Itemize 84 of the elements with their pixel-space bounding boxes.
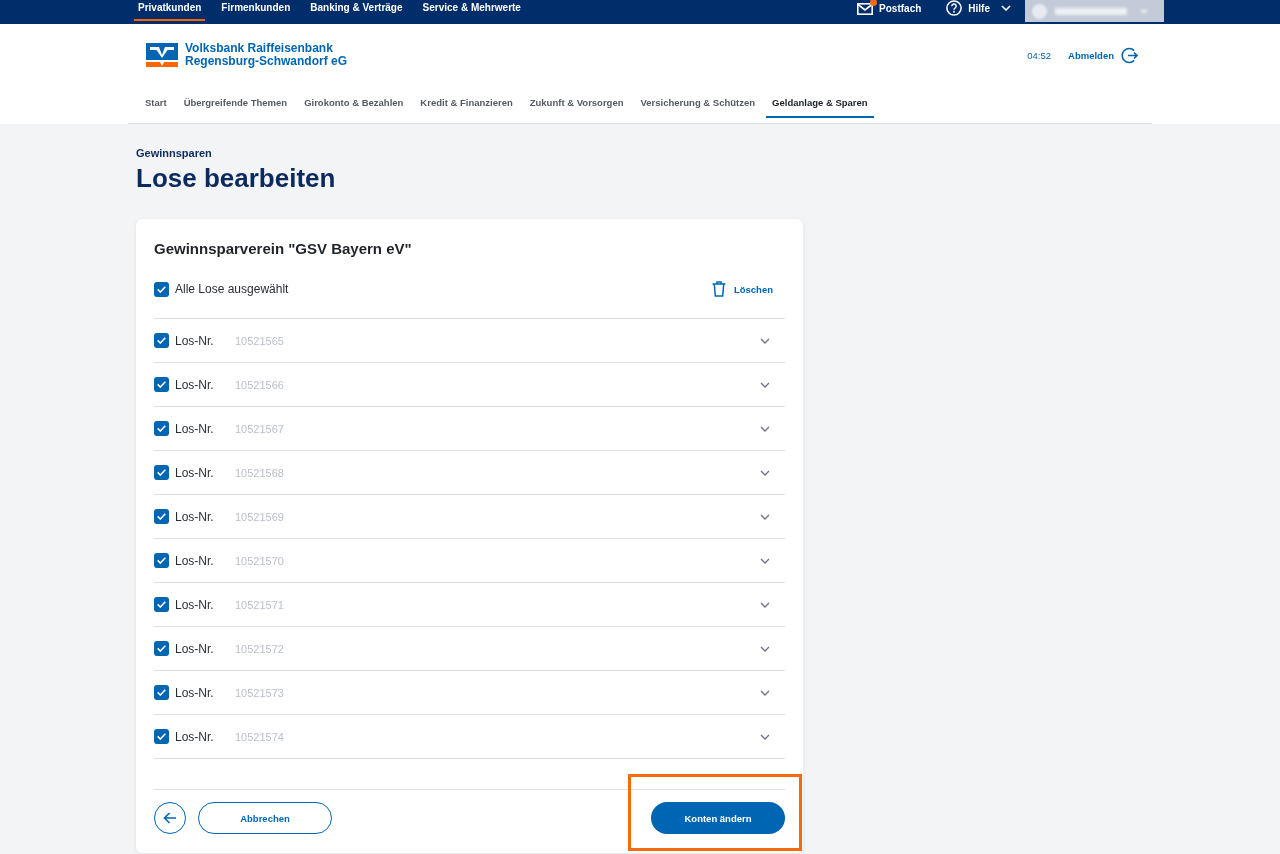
- chevron-down-icon[interactable]: [760, 645, 770, 652]
- checkmark-icon: [157, 513, 166, 520]
- help-icon: [946, 0, 963, 16]
- nav-tab[interactable]: Girokonto & Bezahlen: [298, 88, 410, 118]
- checkmark-icon: [157, 425, 166, 432]
- ticket-label: Los-Nr.: [175, 685, 215, 700]
- checkmark-icon: [157, 285, 166, 293]
- ticket-label: Los-Nr.: [175, 509, 215, 524]
- checkbox[interactable]: [154, 421, 169, 436]
- ticket-label: Los-Nr.: [175, 553, 215, 568]
- checkbox[interactable]: [154, 281, 169, 297]
- ticket-number: 10521565: [235, 334, 284, 347]
- checkmark-icon: [157, 381, 166, 388]
- back-button[interactable]: [154, 802, 186, 834]
- top-tab[interactable]: Privatkunden: [134, 0, 206, 21]
- ticket-number: 10521572: [235, 642, 284, 655]
- help-link[interactable]: Hilfe: [946, 0, 1011, 16]
- ticket-number: 10521571: [235, 598, 284, 611]
- chevron-down-icon[interactable]: [760, 425, 770, 432]
- arrow-left-icon: [163, 812, 177, 824]
- checkbox[interactable]: [154, 641, 169, 656]
- delete-link[interactable]: Löschen: [711, 281, 773, 297]
- top-tab[interactable]: Service & Mehrwerte: [418, 0, 525, 21]
- chevron-down-icon[interactable]: [760, 601, 770, 608]
- nav-tab[interactable]: Versicherung & Schützen: [634, 88, 762, 118]
- chevron-down-icon[interactable]: [760, 469, 770, 476]
- change-accounts-button[interactable]: Konten ändern: [651, 802, 785, 834]
- nav-tab[interactable]: Start: [139, 88, 173, 118]
- checkbox[interactable]: [154, 685, 169, 700]
- nav-tab[interactable]: Kredit & Finanzieren: [414, 88, 519, 118]
- checkbox[interactable]: [154, 465, 169, 480]
- ticket-label: Los-Nr.: [175, 421, 215, 436]
- ticket-label: Los-Nr.: [175, 729, 215, 744]
- checkmark-icon: [157, 337, 166, 344]
- nav-tab[interactable]: Zukunft & Vorsorgen: [523, 88, 630, 118]
- ticket-label: Los-Nr.: [175, 377, 215, 392]
- checkbox[interactable]: [154, 553, 169, 568]
- ticket-label: Los-Nr.: [175, 597, 215, 612]
- ticket-number: 10521574: [235, 730, 284, 743]
- logout-icon: [1121, 46, 1138, 64]
- cancel-button[interactable]: Abbrechen: [198, 802, 332, 834]
- chevron-down-icon[interactable]: [760, 513, 770, 520]
- checkbox[interactable]: [154, 729, 169, 744]
- bank-name: Volksbank Raiffeisenbank: [185, 42, 334, 55]
- ticket-number: 10521573: [235, 686, 284, 699]
- checkmark-icon: [157, 469, 166, 476]
- checkmark-icon: [157, 733, 166, 740]
- nav-tab[interactable]: Übergreifende Themen: [177, 88, 294, 118]
- breadcrumb: Gewinnsparen: [136, 147, 212, 160]
- chevron-down-icon[interactable]: [760, 381, 770, 388]
- mail-icon: [857, 2, 874, 15]
- session-timer: 04:52: [1027, 49, 1052, 61]
- bank-name: Regensburg-Schwandorf eG: [185, 55, 348, 68]
- checkbox[interactable]: [154, 597, 169, 612]
- top-tab[interactable]: Firmenkunden: [217, 0, 295, 21]
- select-all-label: Alle Lose ausgewählt: [175, 282, 289, 296]
- checkbox[interactable]: [154, 377, 169, 392]
- ticket-number: 10521569: [235, 510, 284, 523]
- chevron-down-icon[interactable]: [760, 557, 770, 564]
- checkmark-icon: [157, 601, 166, 608]
- ticket-label: Los-Nr.: [175, 641, 215, 656]
- card-title: Gewinnsparverein "GSV Bayern eV": [154, 240, 412, 258]
- trash-icon: [711, 281, 726, 297]
- chevron-down-icon[interactable]: [760, 689, 770, 696]
- checkbox[interactable]: [154, 333, 169, 348]
- ticket-number: 10521570: [235, 554, 284, 567]
- page-title: Lose bearbeiten: [136, 163, 336, 193]
- checkbox[interactable]: [154, 509, 169, 524]
- chevron-down-icon[interactable]: [760, 733, 770, 740]
- ticket-label: Los-Nr.: [175, 465, 215, 480]
- ticket-number: 10521567: [235, 422, 284, 435]
- checkmark-icon: [157, 689, 166, 696]
- mailbox-link[interactable]: Postfach: [857, 1, 922, 16]
- checkmark-icon: [157, 645, 166, 652]
- chevron-down-icon[interactable]: [760, 337, 770, 344]
- chevron-down-icon: [1001, 5, 1011, 11]
- bank-logo[interactable]: [146, 43, 178, 67]
- checkmark-icon: [157, 557, 166, 564]
- nav-tab[interactable]: Geldanlage & Sparen: [766, 88, 874, 118]
- top-tab[interactable]: Banking & Verträge: [306, 0, 407, 21]
- ticket-label: Los-Nr.: [175, 333, 215, 348]
- ticket-number: 10521566: [235, 378, 284, 391]
- ticket-number: 10521568: [235, 466, 284, 479]
- logout-link[interactable]: Abmelden: [1068, 46, 1138, 64]
